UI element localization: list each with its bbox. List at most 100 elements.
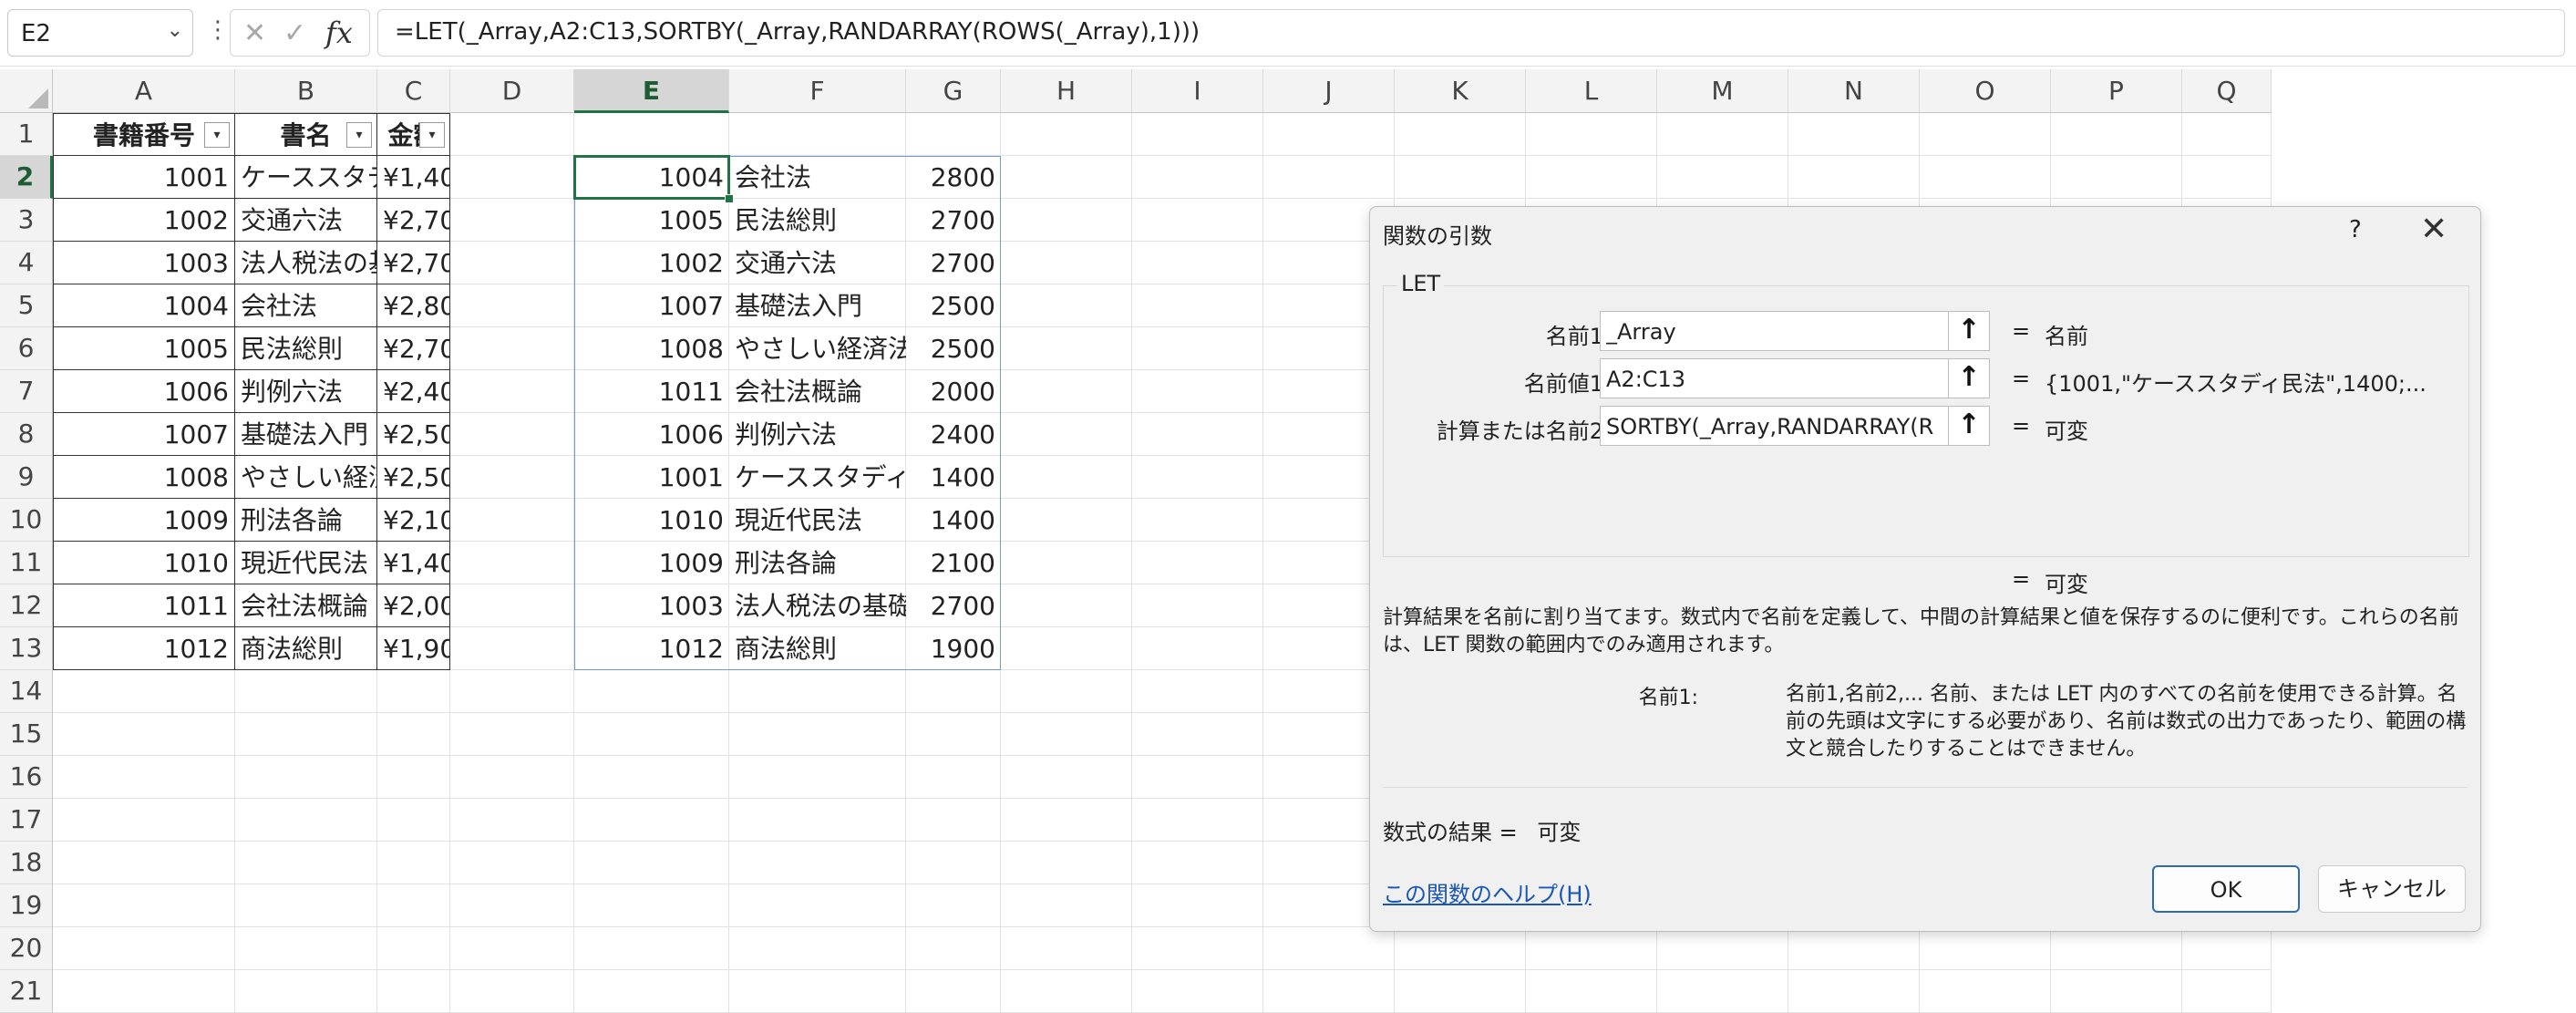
row-header-18[interactable]: 18 <box>0 842 53 884</box>
column-header-q[interactable]: Q <box>2182 69 2272 113</box>
table-cell[interactable]: 1006 <box>53 370 235 413</box>
row-header-16[interactable]: 16 <box>0 756 53 799</box>
table-cell[interactable]: 1008 <box>53 456 235 499</box>
spill-cell[interactable]: 2700 <box>906 199 1001 242</box>
table-cell[interactable]: ¥2,400 <box>377 370 450 413</box>
column-header-o[interactable]: O <box>1920 69 2051 113</box>
function-help-link[interactable]: この関数のヘルプ(H) <box>1383 876 1592 908</box>
select-all-corner[interactable] <box>0 69 53 113</box>
close-icon[interactable]: ✕ <box>243 17 266 49</box>
spill-cell[interactable]: 会社法概論 <box>729 370 906 413</box>
column-header-e[interactable]: E <box>574 69 729 113</box>
table-cell[interactable]: ¥2,700 <box>377 327 450 370</box>
check-icon[interactable]: ✓ <box>283 17 306 49</box>
spill-cell[interactable]: 会社法 <box>729 156 906 199</box>
row-header-10[interactable]: 10 <box>0 499 53 542</box>
table-cell[interactable]: ¥2,000 <box>377 584 450 627</box>
table-cell[interactable]: ¥2,500 <box>377 413 450 456</box>
spill-cell[interactable]: 商法総則 <box>729 627 906 670</box>
table-cell[interactable]: ¥2,700 <box>377 242 450 284</box>
formula-input[interactable]: =LET(_Array,A2:C13,SORTBY(_Array,RANDARR… <box>377 9 2565 57</box>
table-cell[interactable]: 1012 <box>53 627 235 670</box>
spill-cell[interactable]: 法人税法の基礎 <box>729 584 906 627</box>
row-header-4[interactable]: 4 <box>0 242 53 284</box>
column-header-n[interactable]: N <box>1788 69 1920 113</box>
spill-cell[interactable]: 1006 <box>574 413 729 456</box>
spill-cell[interactable]: 2400 <box>906 413 1001 456</box>
spill-cell[interactable]: 判例六法 <box>729 413 906 456</box>
spill-cell[interactable]: 基礎法入門 <box>729 284 906 327</box>
table-cell[interactable]: やさしい経済法 <box>235 456 377 499</box>
spill-cell[interactable]: 1002 <box>574 242 729 284</box>
table-cell[interactable]: 交通六法 <box>235 199 377 242</box>
spill-cell[interactable]: 1011 <box>574 370 729 413</box>
column-header-l[interactable]: L <box>1526 69 1657 113</box>
spill-cell[interactable]: 刑法各論 <box>729 542 906 584</box>
spill-cell[interactable]: 2000 <box>906 370 1001 413</box>
table-cell[interactable]: ケーススタディ民法 <box>235 156 377 199</box>
name-box[interactable]: E2 ⌄ <box>7 9 193 57</box>
row-header-5[interactable]: 5 <box>0 284 53 327</box>
column-header-g[interactable]: G <box>906 69 1001 113</box>
arg-input-name1[interactable]: _Array ↑ <box>1600 311 1990 351</box>
row-header-2[interactable]: 2 <box>0 156 53 199</box>
column-header-m[interactable]: M <box>1657 69 1788 113</box>
spill-cell[interactable]: 2700 <box>906 584 1001 627</box>
row-header-14[interactable]: 14 <box>0 670 53 713</box>
filter-dropdown-icon[interactable]: ▾ <box>204 122 230 148</box>
row-header-12[interactable]: 12 <box>0 584 53 627</box>
row-header-17[interactable]: 17 <box>0 799 53 842</box>
table-cell[interactable]: 判例六法 <box>235 370 377 413</box>
filter-dropdown-icon[interactable]: ▾ <box>346 122 372 148</box>
spill-cell[interactable]: 現近代民法 <box>729 499 906 542</box>
collapse-arrow-icon[interactable]: ↑ <box>1948 312 1989 350</box>
spill-cell[interactable]: やさしい経済法 <box>729 327 906 370</box>
spill-cell[interactable]: 2800 <box>906 156 1001 199</box>
spill-cell[interactable]: 2700 <box>906 242 1001 284</box>
spill-cell[interactable]: 1900 <box>906 627 1001 670</box>
fx-icon[interactable]: fx <box>325 16 353 50</box>
ok-button[interactable]: OK <box>2152 865 2300 913</box>
spill-cell[interactable]: 1003 <box>574 584 729 627</box>
spill-cell[interactable]: ケーススタディ民法 <box>729 456 906 499</box>
table-cell[interactable]: 民法総則 <box>235 327 377 370</box>
row-header-3[interactable]: 3 <box>0 199 53 242</box>
table-cell[interactable]: 1009 <box>53 499 235 542</box>
spill-cell[interactable]: 1005 <box>574 199 729 242</box>
arg-input-calc2[interactable]: SORTBY(_Array,RANDARRAY(R ↑ <box>1600 406 1990 446</box>
column-header-f[interactable]: F <box>729 69 906 113</box>
row-header-20[interactable]: 20 <box>0 927 53 970</box>
table-cell[interactable]: 1010 <box>53 542 235 584</box>
table-cell[interactable]: 1011 <box>53 584 235 627</box>
spill-cell[interactable]: 2500 <box>906 327 1001 370</box>
table-cell[interactable]: ¥2,100 <box>377 499 450 542</box>
column-header-h[interactable]: H <box>1001 69 1132 113</box>
spill-cell[interactable]: 1010 <box>574 499 729 542</box>
spill-cell[interactable]: 2100 <box>906 542 1001 584</box>
column-header-p[interactable]: P <box>2051 69 2182 113</box>
table-cell[interactable]: 刑法各論 <box>235 499 377 542</box>
spill-cell[interactable]: 1400 <box>906 456 1001 499</box>
fill-handle[interactable] <box>725 194 734 203</box>
spill-cell[interactable]: 1008 <box>574 327 729 370</box>
table-cell[interactable]: 1004 <box>53 284 235 327</box>
spill-cell[interactable]: 1400 <box>906 499 1001 542</box>
close-icon[interactable]: ✕ <box>2420 211 2447 248</box>
spill-cell[interactable]: 1009 <box>574 542 729 584</box>
table-cell[interactable]: ¥2,700 <box>377 199 450 242</box>
table-cell[interactable]: 商法総則 <box>235 627 377 670</box>
cancel-button[interactable]: キャンセル <box>2318 865 2466 913</box>
collapse-arrow-icon[interactable]: ↑ <box>1948 407 1989 445</box>
column-header-b[interactable]: B <box>235 69 377 113</box>
table-cell[interactable]: 現近代民法 <box>235 542 377 584</box>
spill-cell[interactable]: 1004 <box>574 156 729 199</box>
table-cell[interactable]: ¥2,500 <box>377 456 450 499</box>
table-cell[interactable]: ¥1,900 <box>377 627 450 670</box>
table-cell[interactable]: 1001 <box>53 156 235 199</box>
arg-input-value1[interactable]: A2:C13 ↑ <box>1600 358 1990 398</box>
table-cell[interactable]: 会社法 <box>235 284 377 327</box>
table-cell[interactable]: ¥1,400 <box>377 156 450 199</box>
column-header-d[interactable]: D <box>450 69 574 113</box>
column-header-a[interactable]: A <box>53 69 235 113</box>
row-header-1[interactable]: 1 <box>0 113 53 156</box>
